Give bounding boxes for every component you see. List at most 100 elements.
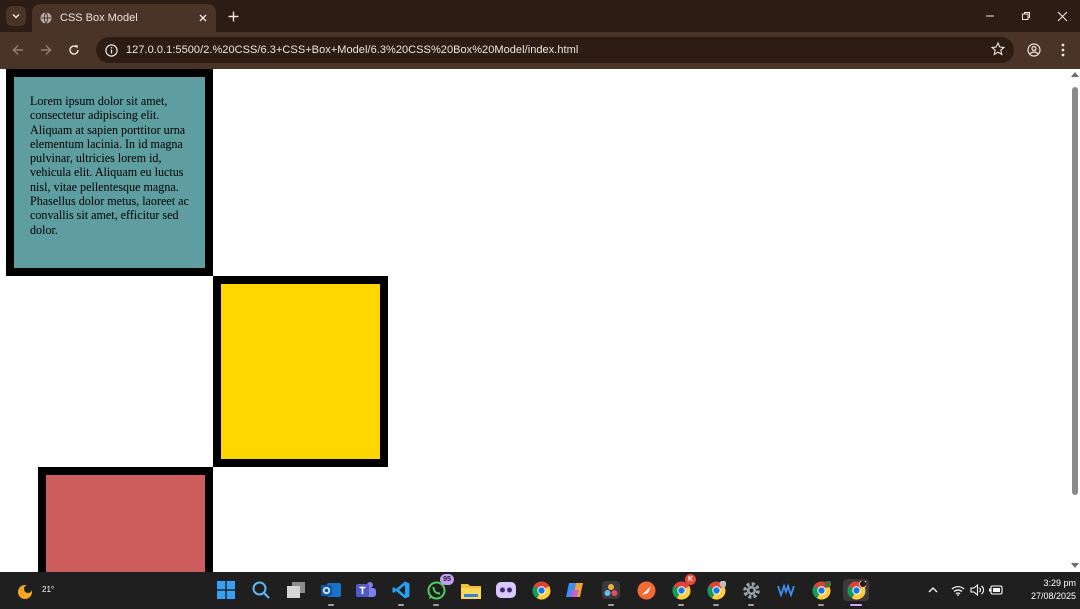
wifi-status[interactable] <box>950 581 966 599</box>
red-box <box>38 467 213 572</box>
clock-date: 27/08/2025 <box>1030 591 1076 601</box>
profile-k-badge: K <box>685 574 696 585</box>
forward-button[interactable] <box>36 40 56 60</box>
taskbar-chrome-profile-2[interactable] <box>705 579 727 606</box>
taskbar-chrome-active[interactable] <box>843 579 869 606</box>
lorem-paragraph: Lorem ipsum dolor sit amet, consectetur … <box>30 94 189 237</box>
taskbar-discord-app[interactable] <box>495 579 517 601</box>
tab-search-button[interactable] <box>6 6 26 26</box>
waveform-icon <box>777 583 795 597</box>
running-indicator <box>818 604 824 606</box>
taskbar-chrome[interactable] <box>530 579 552 601</box>
menu-button[interactable] <box>1053 40 1073 60</box>
speaker-icon <box>969 584 984 596</box>
tray-overflow-button[interactable] <box>926 581 940 599</box>
clock-time: 3:29 pm <box>1043 578 1076 588</box>
running-indicator <box>433 604 439 606</box>
scrollbar-thumb[interactable] <box>1072 87 1078 495</box>
folder-icon <box>461 583 481 599</box>
running-indicator <box>398 604 404 606</box>
game-controller-icon <box>496 582 516 598</box>
page-viewport: Lorem ipsum dolor sit amet, consectetur … <box>0 69 1069 572</box>
outlook-icon <box>321 583 341 597</box>
reload-button[interactable] <box>64 40 84 60</box>
scroll-down-arrow-icon[interactable] <box>1071 563 1079 568</box>
system-clock[interactable]: 3:29 pm 27/08/2025 <box>1006 577 1076 603</box>
windows-taskbar: 21° 95 K 3:29 pm 27/08/2025 <box>0 572 1080 609</box>
taskbar-copilot[interactable] <box>565 579 587 601</box>
teams-icon <box>356 582 376 597</box>
taskbar-davinci-resolve[interactable] <box>600 579 622 606</box>
more-vertical-icon <box>1061 43 1065 57</box>
taskbar-postman[interactable] <box>635 579 657 601</box>
chevron-up-icon <box>928 587 938 593</box>
taskbar-teams[interactable] <box>355 579 377 601</box>
active-indicator <box>850 604 862 606</box>
close-tab-icon[interactable] <box>198 13 208 23</box>
battery-icon <box>989 585 1003 595</box>
weather-sun-icon <box>18 585 32 599</box>
taskbar-wave-app[interactable] <box>775 579 797 601</box>
address-bar[interactable]: 127.0.0.1:5500/2.%20CSS/6.3+CSS+Box+Mode… <box>96 37 1014 63</box>
arrow-left-icon <box>12 45 23 55</box>
url-text: 127.0.0.1:5500/2.%20CSS/6.3+CSS+Box+Mode… <box>126 44 579 56</box>
task-view-icon <box>287 582 305 598</box>
taskbar-file-explorer[interactable] <box>460 579 482 601</box>
profile-button[interactable] <box>1024 40 1044 60</box>
minimize-button[interactable] <box>972 0 1008 32</box>
arrow-right-icon <box>41 45 52 55</box>
text-box: Lorem ipsum dolor sit amet, consectetur … <box>6 69 213 276</box>
taskbar-search[interactable] <box>250 579 272 601</box>
gear-icon <box>742 581 760 599</box>
running-indicator <box>713 604 719 606</box>
scroll-up-arrow-icon[interactable] <box>1071 72 1079 77</box>
chrome-icon <box>531 581 550 600</box>
close-icon <box>1057 11 1067 21</box>
minimize-icon <box>986 15 994 17</box>
search-icon <box>252 581 270 599</box>
start-button[interactable] <box>215 579 237 601</box>
vscode-icon <box>392 581 410 599</box>
site-info-icon[interactable] <box>105 43 118 57</box>
globe-icon <box>40 12 52 24</box>
profile-icon <box>1027 43 1041 57</box>
wifi-icon <box>951 585 965 596</box>
gold-box <box>213 276 388 467</box>
bookmark-star-icon[interactable] <box>991 42 1005 56</box>
tab-css-box-model[interactable]: CSS Box Model <box>32 4 216 32</box>
reload-icon <box>69 45 79 55</box>
copilot-icon <box>566 583 583 597</box>
weather-temperature: 21° <box>42 585 55 594</box>
plus-icon <box>228 11 238 21</box>
weather-widget[interactable]: 21° <box>16 579 54 601</box>
chrome-icon <box>811 580 831 600</box>
taskbar-settings[interactable] <box>740 579 762 606</box>
running-indicator <box>328 604 334 606</box>
back-button[interactable] <box>8 40 28 60</box>
taskbar-chrome-profile-k[interactable]: K <box>670 574 696 606</box>
volume-status[interactable] <box>969 581 985 599</box>
restore-button[interactable] <box>1008 0 1044 32</box>
windows-logo-icon <box>217 581 235 599</box>
new-tab-button[interactable] <box>224 6 242 26</box>
chrome-icon <box>846 580 866 600</box>
battery-status[interactable] <box>988 581 1004 599</box>
running-indicator <box>678 604 684 606</box>
davinci-resolve-icon <box>602 581 620 599</box>
taskbar-outlook[interactable] <box>320 579 342 606</box>
taskbar-vscode[interactable] <box>390 579 412 606</box>
tab-title: CSS Box Model <box>60 12 138 24</box>
restore-icon <box>1022 12 1030 20</box>
chevron-down-icon <box>12 13 20 19</box>
vertical-scrollbar[interactable] <box>1069 69 1080 572</box>
task-view[interactable] <box>285 579 307 601</box>
tab-bar: CSS Box Model <box>0 0 1080 32</box>
browser-toolbar: 127.0.0.1:5500/2.%20CSS/6.3+CSS+Box+Mode… <box>0 32 1080 69</box>
chrome-icon <box>706 580 726 600</box>
taskbar-chrome-profile-3[interactable] <box>810 579 832 606</box>
taskbar-whatsapp[interactable]: 95 <box>425 574 454 606</box>
running-indicator <box>748 604 754 606</box>
whatsapp-unread-badge: 95 <box>440 574 454 585</box>
postman-icon <box>637 581 655 599</box>
close-window-button[interactable] <box>1044 0 1080 32</box>
